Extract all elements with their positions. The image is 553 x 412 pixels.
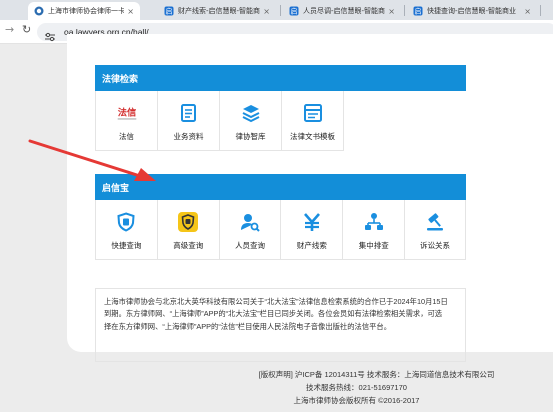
gavel-icon [424, 211, 446, 233]
qixin-favicon-icon: 启 [289, 6, 299, 16]
faxin-logo-text: 法信 [117, 107, 136, 119]
tab-separator [540, 5, 541, 16]
lawyers-favicon-icon [34, 6, 44, 16]
reload-icon[interactable]: ↻ [22, 23, 31, 36]
item-label: 集中排查 [358, 241, 389, 250]
layers-icon [240, 102, 262, 124]
item-label: 诉讼关系 [420, 241, 451, 250]
shield-icon [115, 211, 137, 233]
tab-separator [280, 5, 281, 16]
tab-title: 人员尽调-启信慧眼-智能商业 [303, 7, 386, 15]
item-person-query[interactable]: 人员查询 [219, 200, 282, 260]
notice-line: 择在东方律师网、“上海律师”APP的“法信”栏目使用人民法院电子音像出版社的法信… [104, 321, 392, 331]
svg-text:启: 启 [415, 7, 422, 16]
notice-line: 到期。东方律师网、“上海律师”APP的“北大法宝”栏目已同步关闭。各位会员如有法… [104, 309, 443, 319]
close-icon[interactable]: × [524, 7, 531, 16]
item-label: 律协智库 [235, 132, 266, 141]
tab-property-clues[interactable]: 启 财产线索-启信慧眼-智能商业 × [158, 2, 276, 20]
item-advanced-query[interactable]: 高级查询 [157, 200, 220, 260]
legal-search-grid: 法信 法信 业务资料 律协智库 法律文书模板 [95, 91, 466, 151]
template-icon [302, 102, 324, 124]
item-label: 人员查询 [235, 241, 266, 250]
close-icon[interactable]: × [263, 7, 270, 16]
close-icon[interactable]: × [388, 7, 395, 16]
qixinbao-grid: 快捷查询 高级查询 人员查询 财产线索 集中排查 诉讼关系 [95, 200, 466, 260]
tab-separator [404, 5, 405, 16]
item-centralized-screening[interactable]: 集中排查 [343, 200, 406, 260]
svg-text:启: 启 [291, 7, 298, 16]
yen-icon [301, 211, 323, 233]
section-header-qixinbao: 启信宝 [95, 174, 466, 200]
item-label: 快捷查询 [111, 241, 142, 250]
footer-rights: 上海市律师协会版权所有 ©2016-2017 [293, 396, 420, 405]
notice-box: 上海市律师协会与北京北大英华科技有限公司关于“北大法宝”法律信息检索系统的合作已… [95, 288, 466, 362]
tab-personnel-check[interactable]: 启 人员尽调-启信慧眼-智能商业 × [283, 2, 401, 20]
tab-quick-query[interactable]: 启 快捷查询-启信慧眼-智能商业 × [407, 2, 537, 20]
item-label: 业务资料 [173, 132, 204, 141]
close-icon[interactable]: × [127, 7, 134, 16]
item-label: 法信 [119, 132, 134, 141]
person-search-icon [239, 211, 261, 233]
svg-text:启: 启 [166, 7, 173, 16]
faxin-logo-icon: 法信 [116, 102, 138, 124]
item-litigation-relations[interactable]: 诉讼关系 [405, 200, 466, 260]
yellow-shield-icon [177, 211, 199, 233]
item-business-materials[interactable]: 业务资料 [158, 91, 220, 151]
browser-tab-bar: 上海市律师协会律师一卡通服务 × 启 财产线索-启信慧眼-智能商业 × 启 人员… [0, 0, 553, 20]
notice-line: 上海市律师协会与北京北大英华科技有限公司关于“北大法宝”法律信息检索系统的合作已… [104, 297, 448, 306]
item-think-tank[interactable]: 律协智库 [220, 91, 282, 151]
item-label: 高级查询 [173, 241, 204, 250]
item-label: 法律文书模板 [290, 132, 335, 141]
footer-hotline: 技术服务热线：021-51697170 [306, 383, 407, 392]
qixin-favicon-icon: 启 [164, 6, 174, 16]
item-label: 财产线索 [296, 241, 327, 250]
hierarchy-icon [363, 211, 385, 233]
tab-title: 财产线索-启信慧眼-智能商业 [178, 7, 261, 15]
section-header-legal-search: 法律检索 [95, 65, 466, 91]
item-property-clues[interactable]: 财产线索 [281, 200, 344, 260]
item-document-templates[interactable]: 法律文书模板 [282, 91, 344, 151]
site-settings-icon[interactable] [44, 27, 56, 42]
qixin-favicon-icon: 启 [413, 6, 423, 16]
footer-copyright-line: [版权声明] 沪ICP备 12014311号 技术服务：上海同道信息技术有限公司 [258, 370, 495, 379]
item-quick-query[interactable]: 快捷查询 [96, 200, 158, 260]
tab-lawyers-hall[interactable]: 上海市律师协会律师一卡通服务 × [28, 2, 140, 20]
item-faxin[interactable]: 法信 法信 [96, 91, 158, 151]
tab-title: 快捷查询-启信慧眼-智能商业 [427, 7, 517, 15]
document-icon [178, 102, 200, 124]
tab-title: 上海市律师协会律师一卡通服务 [48, 7, 125, 15]
page-content: 法律检索 法信 法信 业务资料 律协智库 法律文书模板 启信宝 快捷查询 高级查… [0, 34, 553, 412]
forward-arrow-icon[interactable]: → [5, 23, 14, 36]
